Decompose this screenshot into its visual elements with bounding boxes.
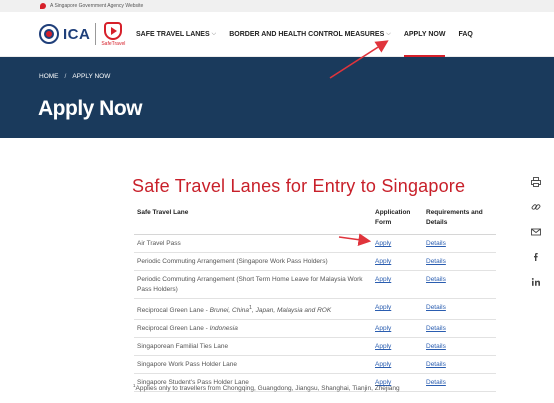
details-link[interactable]: Details bbox=[426, 276, 446, 283]
details-link[interactable]: Details bbox=[426, 240, 446, 247]
apply-link[interactable]: Apply bbox=[375, 325, 391, 332]
breadcrumb-home[interactable]: HOME bbox=[39, 73, 59, 80]
nav-item-label: FAQ bbox=[458, 31, 473, 38]
lane-countries-cont: , Japan, Malaysia and ROK bbox=[252, 307, 332, 315]
facebook-icon[interactable] bbox=[530, 251, 542, 263]
nav-item-border-health-measures[interactable]: BORDER AND HEALTH CONTROL MEASURES ⌵ bbox=[229, 12, 391, 57]
linkedin-icon[interactable] bbox=[530, 276, 542, 288]
details-link[interactable]: Details bbox=[426, 343, 446, 350]
safe-travel-lanes-table: Safe Travel Lane Application Form Requir… bbox=[134, 204, 496, 393]
nav-item-faq[interactable]: FAQ bbox=[458, 12, 472, 57]
government-masthead: A Singapore Government Agency Website bbox=[0, 0, 554, 12]
lane-name: Periodic Commuting Arrangement (Short Te… bbox=[134, 270, 372, 299]
details-link[interactable]: Details bbox=[426, 325, 446, 332]
safe-travel-logo: SafeTravel bbox=[101, 21, 126, 47]
email-icon[interactable] bbox=[530, 226, 542, 238]
table-row: Periodic Commuting Arrangement (Singapor… bbox=[134, 252, 496, 271]
singapore-lion-icon bbox=[40, 3, 46, 9]
shield-play-icon bbox=[104, 21, 123, 40]
lane-name: Singaporean Familial Ties Lane bbox=[134, 337, 372, 357]
lane-name: Reciprocal Green Lane - Indonesia bbox=[134, 319, 372, 339]
table-footnote: 1Applies only to travellers from Chongqi… bbox=[133, 383, 400, 392]
ica-logo-text: ICA bbox=[63, 25, 91, 43]
table-row: Singapore Work Pass Holder Lane Apply De… bbox=[134, 355, 496, 375]
details-link[interactable]: Details bbox=[426, 361, 446, 368]
nav-item-label: BORDER AND HEALTH CONTROL MEASURES bbox=[229, 31, 385, 38]
main-navigation: ICA SafeTravel SAFE TRAVEL LANES ⌵ BORDE… bbox=[0, 12, 554, 57]
lane-name: Singapore Work Pass Holder Lane bbox=[134, 355, 372, 375]
details-link[interactable]: Details bbox=[426, 379, 446, 386]
table-header-row: Safe Travel Lane Application Form Requir… bbox=[134, 204, 496, 235]
details-link[interactable]: Details bbox=[426, 258, 446, 265]
nav-item-safe-travel-lanes[interactable]: SAFE TRAVEL LANES ⌵ bbox=[136, 12, 216, 57]
nav-menu: SAFE TRAVEL LANES ⌵ BORDER AND HEALTH CO… bbox=[136, 12, 486, 57]
breadcrumb-separator: / bbox=[64, 73, 67, 80]
share-toolbar bbox=[530, 176, 542, 288]
nav-item-label: SAFE TRAVEL LANES bbox=[136, 31, 210, 38]
ica-seal-icon bbox=[39, 24, 59, 44]
details-link[interactable]: Details bbox=[426, 304, 446, 311]
apply-link[interactable]: Apply bbox=[375, 343, 391, 350]
nav-item-apply-now[interactable]: APPLY NOW bbox=[403, 12, 446, 57]
page-hero: HOME / APPLY NOW Apply Now bbox=[0, 57, 554, 138]
table-row: Air Travel Pass Apply Details bbox=[134, 234, 496, 253]
table-row: Periodic Commuting Arrangement (Short Te… bbox=[134, 270, 496, 299]
lane-name: Air Travel Pass bbox=[134, 234, 372, 253]
footnote-text: Applies only to travellers from Chongqin… bbox=[135, 385, 400, 393]
apply-link[interactable]: Apply bbox=[375, 258, 391, 265]
site-logo[interactable]: ICA SafeTravel bbox=[39, 21, 126, 47]
lane-name: Periodic Commuting Arrangement (Singapor… bbox=[134, 252, 372, 271]
column-header-lane: Safe Travel Lane bbox=[134, 204, 372, 235]
apply-link[interactable]: Apply bbox=[375, 240, 391, 247]
print-icon[interactable] bbox=[530, 176, 542, 188]
section-title: Safe Travel Lanes for Entry to Singapore bbox=[132, 176, 466, 196]
safe-travel-logo-text: SafeTravel bbox=[101, 40, 126, 47]
lane-countries: Indonesia bbox=[209, 325, 238, 333]
table-row: Singaporean Familial Ties Lane Apply Det… bbox=[134, 337, 496, 357]
apply-link[interactable]: Apply bbox=[375, 276, 391, 283]
lane-prefix: Reciprocal Green Lane - bbox=[137, 307, 210, 315]
lane-prefix: Reciprocal Green Lane - bbox=[137, 325, 210, 333]
breadcrumb-current: APPLY NOW bbox=[72, 73, 111, 80]
chevron-down-icon: ⌵ bbox=[211, 31, 217, 37]
lane-countries: Brunei, China bbox=[209, 307, 250, 315]
breadcrumb: HOME / APPLY NOW bbox=[39, 73, 110, 80]
logo-divider bbox=[95, 23, 97, 45]
table-row: Reciprocal Green Lane - Brunei, China1, … bbox=[134, 298, 496, 321]
chevron-down-icon: ⌵ bbox=[386, 31, 391, 37]
link-icon[interactable] bbox=[530, 201, 542, 213]
column-header-details: Requirements and Details bbox=[423, 204, 496, 235]
page-title: Apply Now bbox=[38, 97, 143, 120]
apply-link[interactable]: Apply bbox=[375, 304, 391, 311]
table-row: Reciprocal Green Lane - Indonesia Apply … bbox=[134, 319, 496, 339]
lane-name: Reciprocal Green Lane - Brunei, China1, … bbox=[134, 298, 372, 321]
nav-item-label: APPLY NOW bbox=[403, 31, 446, 38]
masthead-text: A Singapore Government Agency Website bbox=[50, 3, 144, 9]
apply-link[interactable]: Apply bbox=[375, 361, 391, 368]
column-header-form: Application Form bbox=[372, 204, 423, 235]
